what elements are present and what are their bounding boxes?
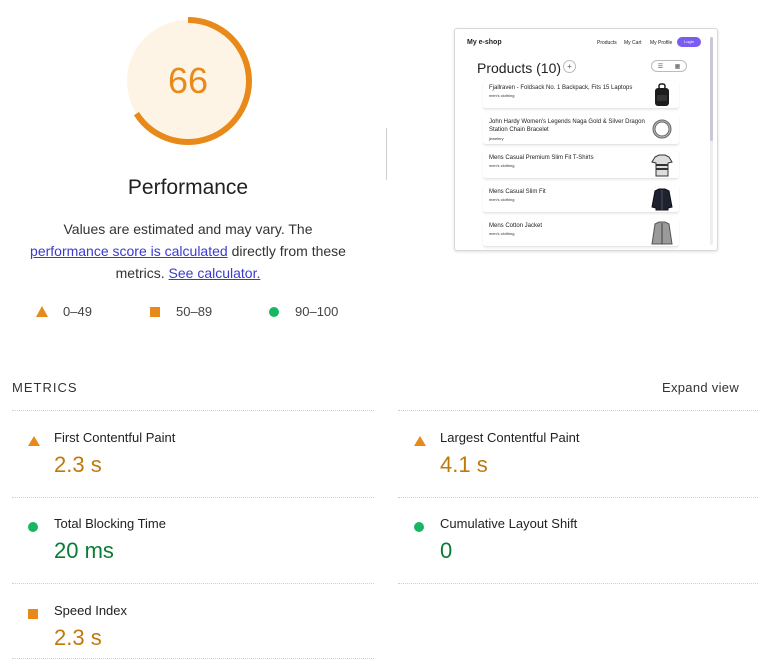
metric-value: 4.1 s xyxy=(440,452,488,477)
thumbnail-product-card: Fjallraven - Foldsack No. 1 Backpack, Fi… xyxy=(483,81,679,109)
legend-fail: 0–49 xyxy=(36,304,92,319)
thumbnail-scrollbar xyxy=(710,37,713,245)
score-description: Values are estimated and may vary. The p… xyxy=(24,218,352,284)
performance-score-link[interactable]: performance score is calculated xyxy=(30,243,228,259)
thumbnail-product-title: Fjallraven - Foldsack No. 1 Backpack, Fi… xyxy=(489,85,633,91)
thumbnail-navbar: My e-shop Products My Cart My Profile Lo… xyxy=(455,29,717,49)
square-icon xyxy=(150,306,160,317)
circle-icon xyxy=(28,519,38,537)
thumbnail-product-title: Mens Casual Slim Fit xyxy=(489,189,546,195)
thumbnail-product-category: men's clothing xyxy=(489,93,515,98)
metrics-divider xyxy=(12,658,374,659)
metric-cumulative-layout-shift: Cumulative Layout Shift 0 xyxy=(398,513,748,593)
thumbnail-product-card: Mens Cotton Jacket men's clothing xyxy=(483,219,679,247)
metric-value: 20 ms xyxy=(54,538,114,563)
thumbnail-login-button: Login xyxy=(677,37,701,47)
metrics-divider xyxy=(12,583,374,584)
thumbnail-product-title: Mens Cotton Jacket xyxy=(489,223,543,229)
performance-label: Performance xyxy=(127,176,249,199)
metrics-heading: METRICS xyxy=(12,380,78,395)
thumbnail-product-category: men's clothing xyxy=(489,197,515,202)
metric-name: Speed Index xyxy=(54,603,128,618)
thumbnail-brand: My e-shop xyxy=(467,39,502,46)
metric-value: 2.3 s xyxy=(54,625,102,650)
metric-speed-index: Speed Index 2.3 s xyxy=(12,600,362,661)
legend-range-fail: 0–49 xyxy=(63,304,92,319)
metric-value: 0 xyxy=(440,538,453,563)
metrics-divider xyxy=(12,497,374,498)
grid-icon: ▦ xyxy=(674,63,681,70)
tshirt-icon xyxy=(649,151,675,179)
legend-average: 50–89 xyxy=(150,304,212,319)
description-text-1: Values are estimated and may vary. The xyxy=(63,221,313,237)
thumbnail-product-title: Mens Casual Premium Slim Fit T-Shirts xyxy=(489,155,594,161)
thumbnail-scrollbar-thumb xyxy=(710,37,713,141)
metric-name: Largest Contentful Paint xyxy=(440,430,580,445)
circle-icon xyxy=(414,519,424,537)
metrics-divider xyxy=(398,583,759,584)
thumbnail-product-category: men's clothing xyxy=(489,163,515,168)
thumbnail-view-toggle: ☰ ▦ xyxy=(651,60,687,72)
triangle-icon xyxy=(36,306,48,317)
metric-total-blocking-time: Total Blocking Time 20 ms xyxy=(12,513,362,593)
metric-name: First Contentful Paint xyxy=(54,430,176,445)
thumbnail-nav-profile: My Profile xyxy=(650,40,673,46)
triangle-icon xyxy=(414,433,426,451)
metrics-divider xyxy=(398,410,759,411)
metric-value: 2.3 s xyxy=(54,452,102,477)
thumbnail-product-category: jewelery xyxy=(489,136,504,141)
vertical-divider xyxy=(386,128,387,180)
backpack-icon xyxy=(649,81,675,109)
triangle-icon xyxy=(28,433,40,451)
jacket-icon xyxy=(649,219,675,247)
bracelet-icon xyxy=(649,115,675,143)
metrics-divider xyxy=(12,410,374,411)
thumbnail-product-category: men's clothing xyxy=(489,231,515,236)
circle-icon xyxy=(269,306,279,317)
metrics-divider xyxy=(398,497,759,498)
thumbnail-nav-products: Products xyxy=(597,40,617,46)
performance-gauge: 66 xyxy=(120,13,256,149)
final-screenshot-thumbnail[interactable]: My e-shop Products My Cart My Profile Lo… xyxy=(454,28,718,251)
legend-range-pass: 90–100 xyxy=(295,304,339,319)
metric-first-contentful-paint: First Contentful Paint 2.3 s xyxy=(12,427,362,507)
thumbnail-product-card: Mens Casual Premium Slim Fit T-Shirts me… xyxy=(483,151,679,179)
see-calculator-link[interactable]: See calculator. xyxy=(169,265,261,281)
performance-score: 66 xyxy=(167,60,209,101)
metric-largest-contentful-paint: Largest Contentful Paint 4.1 s xyxy=(398,427,748,507)
square-icon xyxy=(28,606,38,624)
expand-view-toggle[interactable]: Expand view xyxy=(662,380,739,395)
shirt-icon xyxy=(649,185,675,213)
metric-name: Total Blocking Time xyxy=(54,516,166,531)
legend-pass: 90–100 xyxy=(269,304,338,319)
list-icon: ☰ xyxy=(657,63,664,70)
thumbnail-products-title: Products (10) xyxy=(477,60,562,76)
thumbnail-nav-cart: My Cart xyxy=(624,40,642,46)
thumbnail-product-card: John Hardy Women's Legends Naga Gold & S… xyxy=(483,115,679,145)
metric-name: Cumulative Layout Shift xyxy=(440,516,578,531)
thumbnail-product-card: Mens Casual Slim Fit men's clothing xyxy=(483,185,679,213)
thumbnail-product-title: John Hardy Women's Legends Naga Gold & S… xyxy=(489,119,645,133)
legend-range-average: 50–89 xyxy=(176,304,213,319)
thumbnail-add-icon: + xyxy=(563,60,576,73)
